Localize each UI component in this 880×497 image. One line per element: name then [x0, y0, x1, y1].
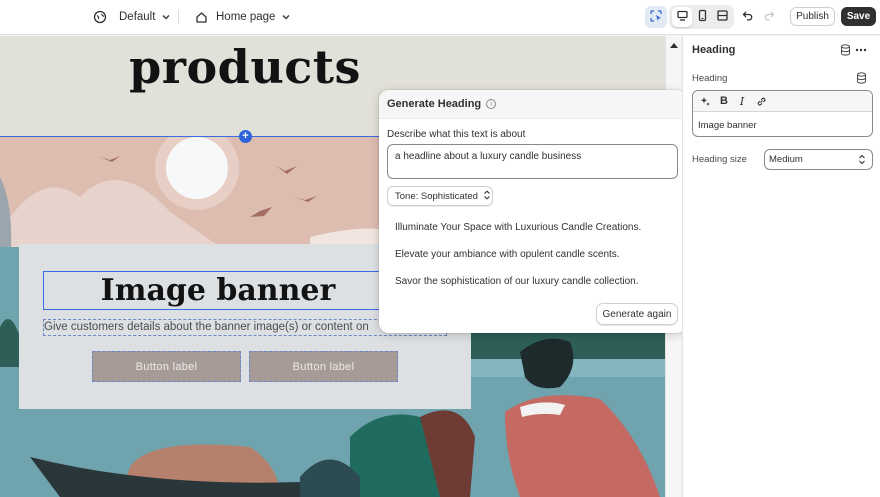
chevron-updown-icon: [858, 154, 866, 168]
tone-selector[interactable]: Tone: Sophisticated: [387, 186, 493, 206]
undo-button[interactable]: [736, 6, 758, 28]
add-section-icon[interactable]: +: [239, 130, 252, 143]
banner-button-1[interactable]: Button label: [92, 351, 241, 382]
bold-button[interactable]: B: [717, 94, 731, 108]
undo-icon: [741, 9, 754, 25]
suggestion-item[interactable]: Illuminate Your Space with Luxurious Can…: [395, 222, 641, 233]
top-bar: Default Home page Publish Save: [0, 0, 880, 35]
popover-title: Generate Heading: [387, 98, 482, 110]
home-icon: [195, 11, 208, 24]
globe-icon: [93, 10, 107, 24]
more-icon[interactable]: [854, 43, 868, 57]
italic-button[interactable]: I: [735, 94, 749, 108]
page-selector[interactable]: Home page: [195, 8, 291, 26]
heading-value[interactable]: Image banner: [698, 120, 757, 131]
save-button[interactable]: Save: [841, 7, 876, 26]
products-title[interactable]: products: [0, 40, 490, 94]
generate-again-button[interactable]: Generate again: [596, 303, 678, 325]
tone-label: Tone: Sophisticated: [395, 190, 478, 202]
heading-size-label: Heading size: [692, 154, 747, 165]
chevron-down-icon: [281, 12, 291, 22]
page-label: Home page: [216, 11, 276, 23]
describe-label: Describe what this text is about: [387, 129, 526, 140]
mobile-view-button[interactable]: [692, 7, 712, 27]
generate-heading-popover: Generate Heading i Describe what this te…: [379, 90, 686, 333]
publish-button[interactable]: Publish: [790, 7, 835, 26]
theme-selector[interactable]: Default: [93, 8, 171, 26]
heading-field-label: Heading: [692, 73, 728, 84]
desktop-icon: [676, 9, 689, 25]
database-icon[interactable]: [838, 43, 852, 57]
chevron-updown-icon: [483, 189, 491, 203]
fullwidth-icon: [716, 9, 729, 25]
link-icon[interactable]: [754, 94, 768, 108]
popover-header: Generate Heading i: [379, 90, 686, 119]
suggestion-item[interactable]: Elevate your ambiance with opulent candl…: [395, 249, 620, 260]
chevron-down-icon: [161, 12, 171, 22]
banner-button-2[interactable]: Button label: [249, 351, 398, 382]
heading-size-select[interactable]: Medium: [764, 149, 873, 170]
info-icon[interactable]: i: [486, 99, 497, 109]
fullwidth-view-button[interactable]: [712, 7, 732, 27]
database-icon[interactable]: [854, 71, 868, 85]
select-element-button[interactable]: [645, 6, 667, 28]
settings-panel: Heading Heading B I Image banner Heading…: [682, 36, 880, 497]
redo-button[interactable]: [758, 6, 780, 28]
panel-title: Heading: [692, 44, 736, 56]
rte-toolbar: B I: [693, 91, 872, 112]
heading-size-value: Medium: [769, 154, 803, 165]
suggestion-item[interactable]: Savor the sophistication of our luxury c…: [395, 276, 638, 287]
desktop-view-button[interactable]: [672, 7, 692, 27]
toolbar-divider: [178, 10, 179, 24]
scroll-up-icon[interactable]: [670, 43, 678, 48]
mobile-icon: [696, 9, 709, 25]
heading-rich-text-editor[interactable]: B I Image banner: [692, 90, 873, 137]
select-element-icon: [649, 9, 663, 26]
describe-textarea[interactable]: a headline about a luxury candle busines…: [387, 144, 678, 179]
viewport-toggle-group: [669, 5, 734, 29]
banner-heading[interactable]: Image banner: [43, 271, 393, 310]
redo-icon: [763, 9, 776, 25]
ai-sparkle-icon[interactable]: [698, 94, 712, 108]
theme-label: Default: [119, 11, 156, 23]
